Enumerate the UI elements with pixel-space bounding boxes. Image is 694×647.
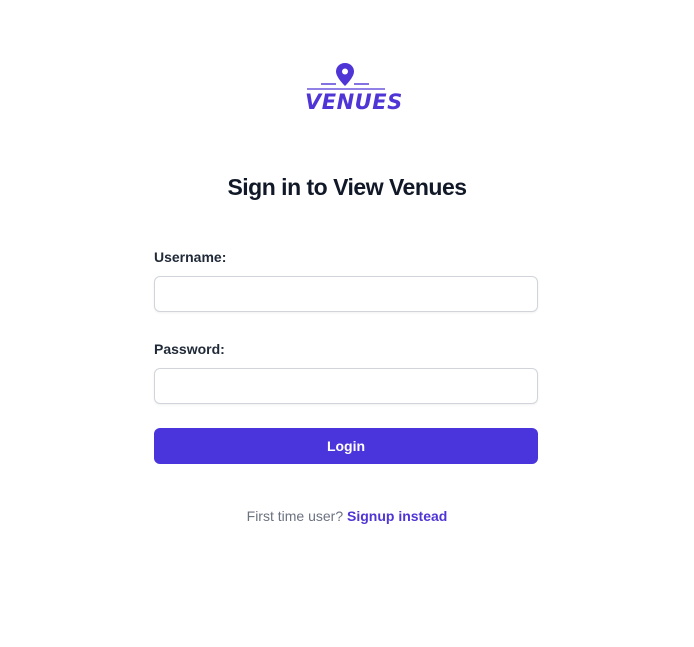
signup-prompt-row: First time user? Signup instead: [0, 507, 694, 525]
signup-link[interactable]: Signup instead: [347, 508, 447, 524]
map-pin-icon: [307, 63, 385, 90]
signup-prompt-text: First time user?: [246, 508, 344, 524]
password-label: Password:: [154, 341, 225, 357]
logo-wordmark: VENUES: [305, 90, 403, 114]
password-input[interactable]: [154, 368, 538, 404]
username-label: Username:: [154, 249, 227, 265]
venues-logo: VENUES: [305, 62, 403, 114]
login-button[interactable]: Login: [154, 428, 538, 464]
page-title: Sign in to View Venues: [227, 174, 467, 200]
login-page: VENUES Sign in to View Venues Username: …: [0, 0, 694, 647]
username-input[interactable]: [154, 276, 538, 312]
